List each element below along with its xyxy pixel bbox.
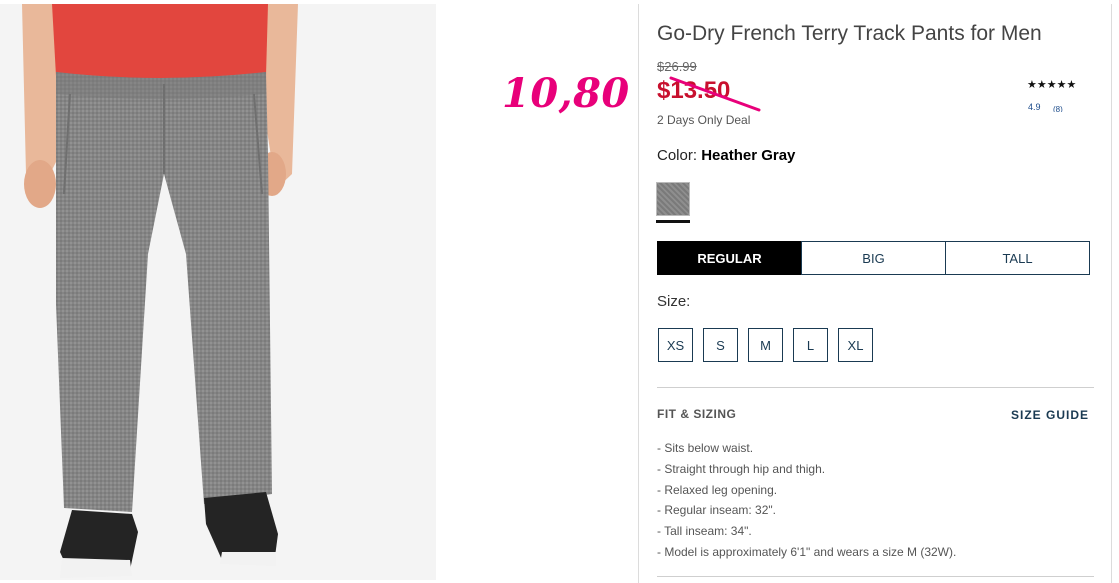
fit-tab-tall[interactable]: TALL <box>945 241 1090 275</box>
rating-stars-icon[interactable]: ★★★★★ <box>1027 78 1076 91</box>
list-item: - Straight through hip and thigh. <box>657 461 826 476</box>
rating-score[interactable]: 4.9 <box>1028 102 1041 112</box>
size-button-s[interactable]: S <box>703 328 738 362</box>
fit-tab-big[interactable]: BIG <box>801 241 946 275</box>
list-item: - Tall inseam: 34". <box>657 524 752 539</box>
color-selection-label: Color: Heather Gray <box>657 147 795 164</box>
size-button-m[interactable]: M <box>748 328 783 362</box>
fit-sizing-list: - Sits below waist. - Straight through h… <box>657 438 956 563</box>
color-swatch-heather-gray[interactable] <box>656 182 690 216</box>
fit-sizing-heading[interactable]: FIT & SIZING <box>657 407 736 421</box>
size-guide-link[interactable]: SIZE GUIDE <box>1011 408 1089 422</box>
section-divider-bottom <box>657 576 1094 577</box>
color-label: Color: <box>657 147 698 164</box>
review-count-link[interactable]: (8) <box>1053 105 1063 112</box>
product-photo-illustration <box>0 4 436 580</box>
color-value: Heather Gray <box>701 147 796 164</box>
product-image[interactable] <box>0 4 436 580</box>
fit-tab-regular[interactable]: REGULAR <box>657 241 802 275</box>
original-price: $26.99 <box>657 59 697 74</box>
size-label: Size: <box>657 293 691 310</box>
product-detail-panel: Go-Dry French Terry Track Pants for Men … <box>638 4 1112 583</box>
list-item: - Relaxed leg opening. <box>657 482 778 497</box>
swatch-selected-indicator <box>656 220 690 223</box>
deal-label: 2 Days Only Deal <box>657 113 751 127</box>
size-button-xs[interactable]: XS <box>658 328 693 362</box>
fit-type-selector: REGULAR BIG TALL <box>657 241 1090 275</box>
section-divider <box>657 387 1094 388</box>
size-button-l[interactable]: L <box>793 328 828 362</box>
size-button-xl[interactable]: XL <box>838 328 873 362</box>
hand-drawn-strike-mark <box>669 76 761 112</box>
list-item: - Regular inseam: 32". <box>657 503 776 518</box>
size-selector: XS S M L XL <box>658 328 873 362</box>
handwritten-price-annotation: 10,80 <box>502 70 630 117</box>
list-item: - Model is approximately 6'1" and wears … <box>657 544 957 559</box>
list-item: - Sits below waist. <box>657 441 754 455</box>
product-title: Go-Dry French Terry Track Pants for Men <box>657 22 1042 45</box>
